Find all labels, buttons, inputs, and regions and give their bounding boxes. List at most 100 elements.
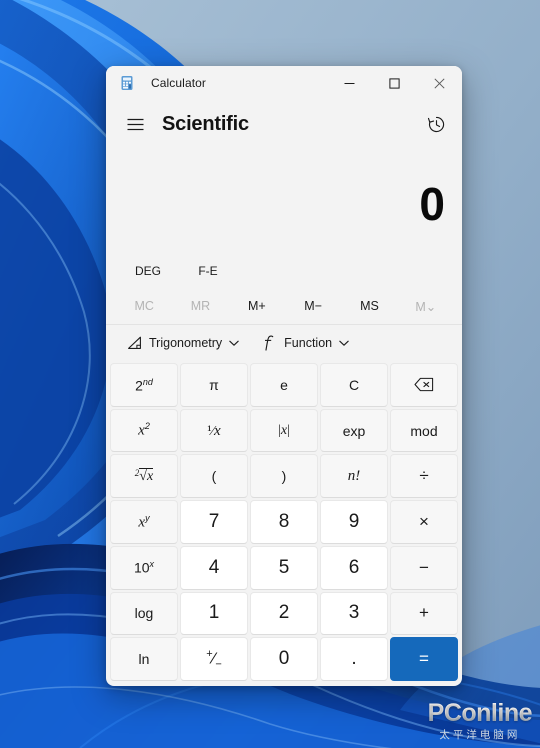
digit-0-key[interactable]: 0 bbox=[250, 637, 318, 681]
exponent-key[interactable]: exp bbox=[320, 408, 388, 453]
result-display[interactable]: 0 bbox=[124, 168, 445, 240]
hamburger-menu-icon bbox=[127, 118, 143, 130]
key-label: × bbox=[419, 511, 429, 531]
minimize-icon bbox=[344, 82, 355, 84]
chevron-down-icon bbox=[339, 340, 349, 347]
trigonometry-dropdown[interactable]: Trigonometry bbox=[120, 329, 245, 357]
minimize-button[interactable] bbox=[327, 66, 372, 100]
deg-toggle[interactable]: DEG bbox=[118, 258, 178, 284]
chevron-down-icon bbox=[229, 340, 239, 347]
history-icon bbox=[427, 116, 444, 132]
toggle-label: DEG bbox=[134, 264, 161, 278]
key-label: 1 bbox=[208, 602, 220, 624]
display-area: 0 bbox=[106, 148, 462, 240]
square-key[interactable]: x2 bbox=[110, 408, 178, 453]
key-label: ) bbox=[281, 468, 287, 485]
dropdown-label: Function bbox=[284, 336, 333, 350]
square-root-key[interactable]: 2√x bbox=[110, 454, 178, 499]
key-label: 8 bbox=[278, 510, 290, 532]
window-controls bbox=[327, 66, 462, 100]
backspace-key[interactable] bbox=[390, 363, 458, 407]
pi-key[interactable]: π bbox=[180, 363, 248, 407]
absolute-value-key[interactable]: |x| bbox=[250, 408, 318, 453]
key-label: 2nd bbox=[135, 376, 153, 394]
key-label: ln bbox=[138, 651, 150, 668]
subtract-key[interactable]: − bbox=[390, 545, 458, 590]
key-label: . bbox=[351, 648, 357, 670]
title-bar[interactable]: Calculator bbox=[106, 66, 462, 100]
dropdown-label: Trigonometry bbox=[149, 336, 223, 350]
digit-5-key[interactable]: 5 bbox=[250, 545, 318, 590]
key-label: 6 bbox=[348, 556, 360, 578]
history-button[interactable] bbox=[420, 108, 452, 140]
key-label: |x| bbox=[278, 422, 290, 438]
negate-key[interactable]: +⁄− bbox=[180, 637, 248, 681]
key-label: xy bbox=[138, 512, 150, 531]
clear-key[interactable]: C bbox=[320, 363, 388, 407]
memory-store[interactable]: MS bbox=[341, 292, 397, 320]
desktop: Calculator Scientific 0 DEG F-E MC MR M+… bbox=[0, 0, 540, 748]
decimal-point-key[interactable]: . bbox=[320, 637, 388, 681]
app-header: Scientific bbox=[106, 100, 462, 148]
fe-toggle[interactable]: F-E bbox=[178, 258, 238, 284]
key-label: + bbox=[419, 603, 429, 623]
log-key[interactable]: log bbox=[110, 591, 178, 636]
modulo-key[interactable]: mod bbox=[390, 408, 458, 453]
divide-key[interactable]: ÷ bbox=[390, 454, 458, 499]
calculator-window: Calculator Scientific 0 DEG F-E MC MR M+… bbox=[106, 66, 462, 686]
digit-3-key[interactable]: 3 bbox=[320, 591, 388, 636]
maximize-button[interactable] bbox=[372, 66, 417, 100]
open-paren-key[interactable]: ( bbox=[180, 454, 248, 499]
key-label: = bbox=[419, 649, 429, 669]
expression-text bbox=[124, 148, 444, 168]
window-title: Calculator bbox=[151, 76, 207, 90]
digit-6-key[interactable]: 6 bbox=[320, 545, 388, 590]
key-label: − bbox=[419, 557, 429, 577]
triangle-icon bbox=[126, 335, 142, 351]
key-label: e bbox=[280, 376, 288, 393]
power-key[interactable]: xy bbox=[110, 500, 178, 544]
euler-key[interactable]: e bbox=[250, 363, 318, 407]
key-label: 7 bbox=[208, 510, 220, 532]
key-label: 10x bbox=[133, 559, 155, 577]
key-label: 2√x bbox=[134, 467, 154, 484]
key-label: +⁄− bbox=[206, 647, 222, 671]
memory-row: MC MR M+ M− MS M⌄ bbox=[106, 288, 462, 324]
function-icon bbox=[261, 335, 277, 351]
close-button[interactable] bbox=[417, 66, 462, 100]
function-dropdown[interactable]: Function bbox=[255, 329, 355, 357]
digit-4-key[interactable]: 4 bbox=[180, 545, 248, 590]
key-label: log bbox=[134, 605, 154, 622]
natural-log-key[interactable]: ln bbox=[110, 637, 178, 681]
digit-9-key[interactable]: 9 bbox=[320, 500, 388, 544]
key-label: 4 bbox=[208, 556, 220, 578]
power-of-ten-key[interactable]: 10x bbox=[110, 545, 178, 590]
key-label: ( bbox=[211, 468, 217, 485]
key-label: 5 bbox=[278, 556, 290, 578]
toggle-label: F-E bbox=[198, 264, 218, 278]
digit-8-key[interactable]: 8 bbox=[250, 500, 318, 544]
memory-clear: MC bbox=[134, 299, 154, 313]
add-key[interactable]: + bbox=[390, 591, 458, 636]
key-label: 9 bbox=[348, 510, 360, 532]
memory-subtract[interactable]: M− bbox=[285, 292, 341, 320]
calculator-icon bbox=[121, 76, 133, 90]
digit-1-key[interactable]: 1 bbox=[180, 591, 248, 636]
key-label: exp bbox=[342, 422, 366, 439]
key-label: mod bbox=[410, 422, 438, 439]
memory-recall: MR bbox=[190, 299, 211, 313]
key-label: C bbox=[348, 376, 360, 393]
equals-key[interactable]: = bbox=[390, 637, 458, 681]
close-paren-key[interactable]: ) bbox=[250, 454, 318, 499]
reciprocal-key[interactable]: ¹⁄x bbox=[180, 408, 248, 453]
digit-2-key[interactable]: 2 bbox=[250, 591, 318, 636]
multiply-key[interactable]: × bbox=[390, 500, 458, 544]
memory-add[interactable]: M+ bbox=[229, 292, 285, 320]
factorial-key[interactable]: n! bbox=[320, 454, 388, 499]
second-function-key[interactable]: 2nd bbox=[110, 363, 178, 407]
key-label: 0 bbox=[278, 648, 290, 670]
dropdown-row: Trigonometry Function bbox=[106, 325, 462, 361]
digit-7-key[interactable]: 7 bbox=[180, 500, 248, 544]
key-label: π bbox=[209, 376, 219, 393]
hamburger-menu-button[interactable] bbox=[120, 109, 150, 139]
